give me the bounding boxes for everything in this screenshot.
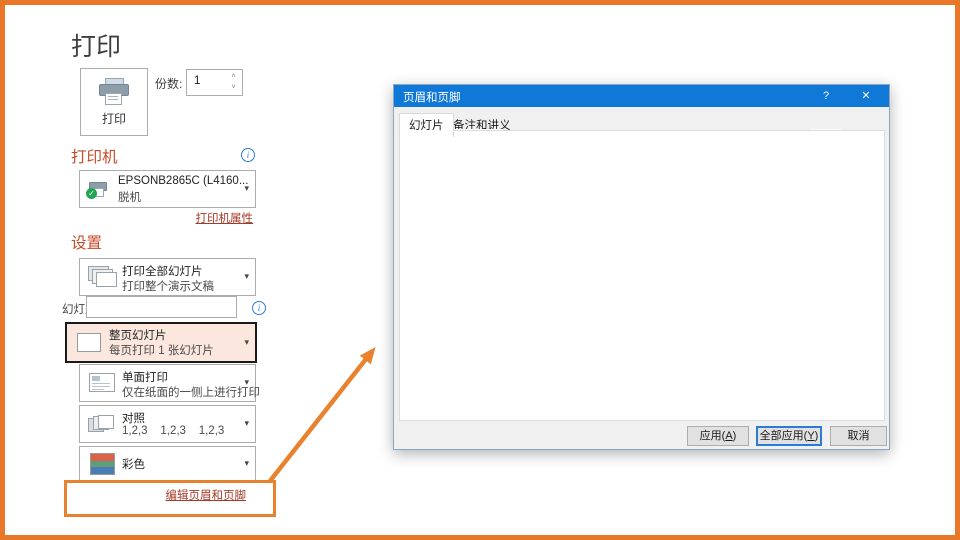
header-footer-dialog: 页眉和页脚 ? ✕ 幻灯片 备注和讲义 幻灯片包含内容 日期和时间(D) 自动更… [393,84,890,450]
duplex-selector[interactable]: 单面打印 仅在纸面的一侧上进行打印 ▾ [79,364,260,402]
close-icon[interactable]: ✕ [849,85,883,107]
spinner-up-icon[interactable]: ˄ [227,71,240,82]
color-mode-selector[interactable]: 彩色 ▾ [79,446,256,481]
dropdown-caret-icon: ▾ [244,377,249,387]
apply-all-button[interactable]: 全部应用(Y) [756,426,822,446]
slides-input[interactable] [86,296,237,318]
annotation-arrow [268,346,376,483]
print-button-label: 打印 [101,112,126,126]
option-line1: 整页幻灯片 [109,330,167,342]
help-icon[interactable]: ? [811,85,841,107]
slides-info-icon[interactable]: i [252,301,266,315]
printer-name: EPSONB2865C (L4160... [118,175,249,187]
slide-layout-selector[interactable]: 整页幻灯片 每页打印 1 张幻灯片 ▾ [65,322,257,363]
printer-section-heading: 打印机 [71,149,118,166]
spinner-down-icon[interactable]: ˅ [227,82,240,93]
print-all-slides-icon [88,266,117,288]
apply-button[interactable]: 应用(A) [687,426,749,446]
option-line1: 单面打印 [122,372,168,384]
option-line2: 1,2,3 1,2,3 1,2,3 [122,425,225,437]
option-line2: 每页打印 1 张幻灯片 [109,345,214,357]
one-sided-print-icon [88,372,116,394]
copies-stepper[interactable]: 1 ˄ ˅ [186,69,243,96]
option-line2: 打印整个演示文稿 [122,281,214,293]
dropdown-caret-icon: ▾ [244,418,249,428]
print-page-title: 打印 [71,33,122,61]
printer-icon [99,78,129,106]
printer-properties-link[interactable]: 打印机属性 [100,210,254,226]
color-swatch-icon [88,453,116,475]
option-line2: 仅在纸面的一侧上进行打印 [122,387,260,399]
settings-section-heading: 设置 [71,235,103,252]
dropdown-caret-icon: ▾ [244,336,249,347]
slide-tab-page [399,130,885,421]
print-range-selector[interactable]: 打印全部幻灯片 打印整个演示文稿 ▾ [79,258,256,296]
printer-status: 脱机 [118,192,141,204]
collated-pages-icon [88,415,116,437]
print-button[interactable]: 打印 [80,68,148,136]
option-line1: 对照 [122,413,145,425]
screenshot-stage: 打印 打印 份数: 1 ˄ ˅ 打印机 i ✓ EPSONB2865C (L41… [0,0,960,540]
dropdown-caret-icon: ▾ [244,457,249,468]
option-line1: 彩色 [122,459,145,471]
collation-selector[interactable]: 对照 1,2,3 1,2,3 1,2,3 ▾ [79,405,256,443]
cancel-button[interactable]: 取消 [830,426,887,446]
printer-device-icon: ✓ [86,179,116,201]
dropdown-caret-icon: ▾ [244,183,249,193]
tab-slide[interactable]: 幻灯片 [399,113,454,137]
edit-header-footer-link[interactable]: 编辑页眉和页脚 [100,487,247,503]
dropdown-caret-icon: ▾ [244,271,249,281]
printer-selector[interactable]: ✓ EPSONB2865C (L4160... 脱机 ▾ [79,170,256,208]
dialog-title: 页眉和页脚 [403,92,461,104]
copies-label: 份数: [155,77,183,91]
printer-ok-badge: ✓ [86,188,97,199]
full-page-slide-icon [75,332,103,354]
copies-value: 1 [194,75,201,87]
dialog-titlebar[interactable]: 页眉和页脚 ? ✕ [394,85,889,107]
printer-info-icon[interactable]: i [241,148,255,162]
option-line1: 打印全部幻灯片 [122,266,203,278]
